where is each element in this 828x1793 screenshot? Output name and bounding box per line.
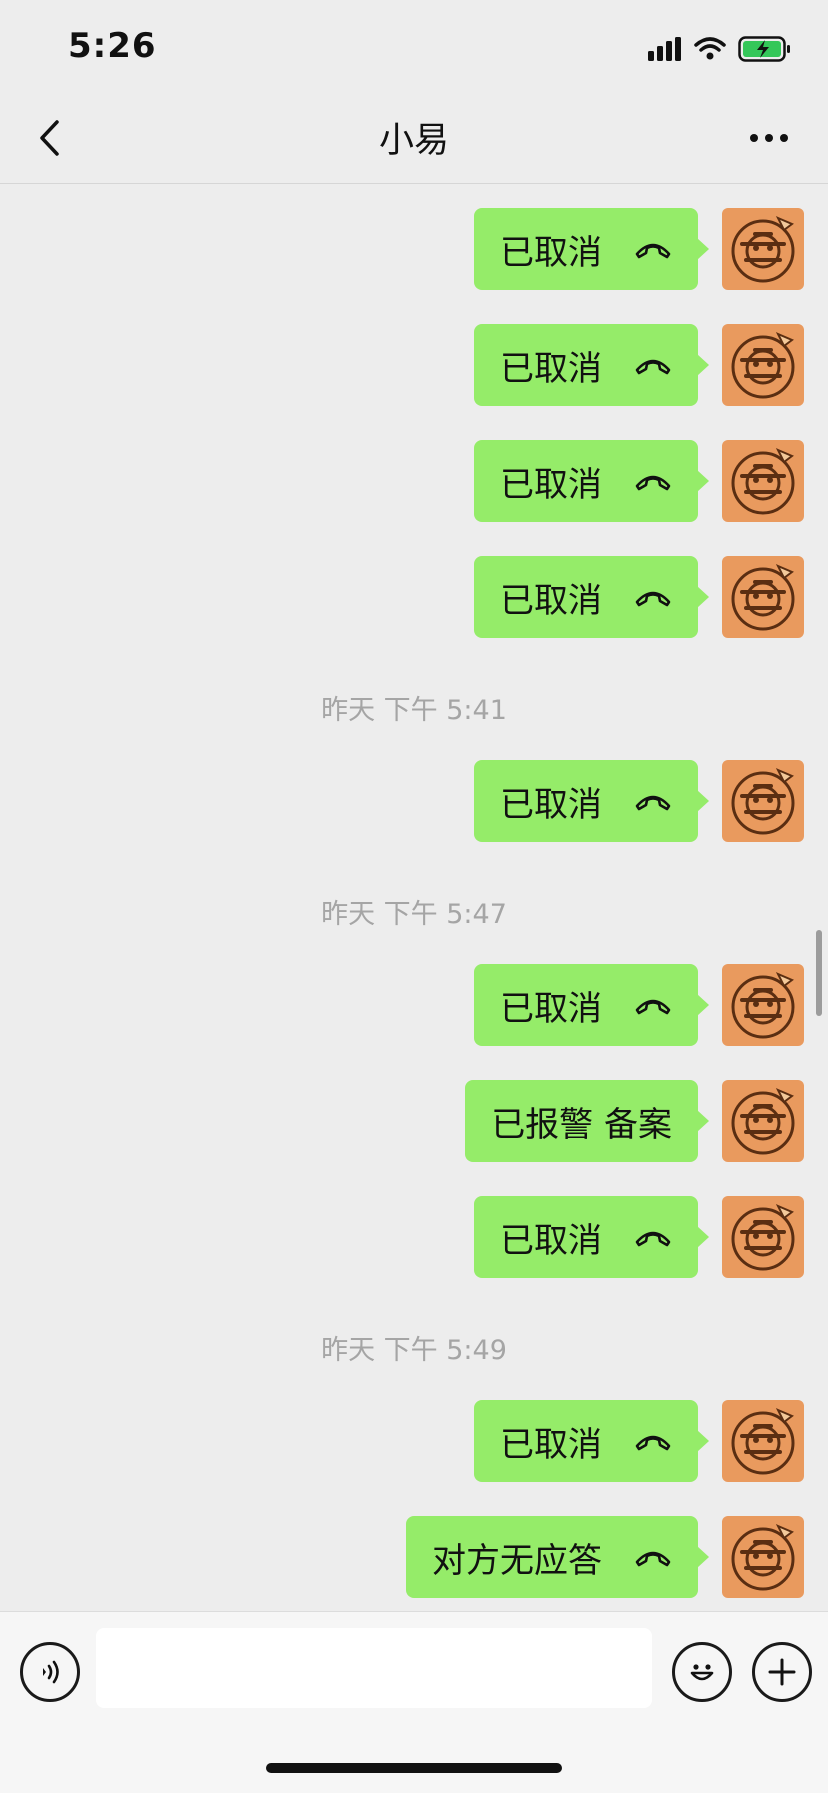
call-message-bubble[interactable]: 已取消 — [474, 760, 709, 842]
avatar[interactable] — [722, 208, 804, 290]
timestamp: 昨天 下午 5:47 — [321, 899, 507, 930]
call-message-bubble[interactable]: 已取消 — [474, 440, 709, 522]
call-message-bubble[interactable]: 已取消 — [474, 1400, 709, 1482]
message-row: 已取消 — [474, 440, 804, 522]
avatar[interactable] — [722, 324, 804, 406]
message-row: 已取消 — [474, 964, 804, 1046]
message-row: 已取消 — [474, 1196, 804, 1278]
avatar[interactable] — [722, 1400, 804, 1482]
chat-area[interactable]: 已取消 已取消 已取消 已取消 昨天 下午 5:41 已取消 昨天 下午 5:4… — [0, 183, 828, 1611]
wifi-icon — [694, 37, 726, 60]
message-row: 已取消 — [474, 324, 804, 406]
avatar[interactable] — [722, 440, 804, 522]
status-icons — [648, 34, 792, 64]
avatar[interactable] — [722, 964, 804, 1046]
avatar[interactable] — [722, 1196, 804, 1278]
phone-hangup-icon — [634, 995, 672, 1015]
message-text: 已取消 — [500, 1220, 602, 1261]
message-text: 已取消 — [500, 580, 602, 621]
message-text: 已取消 — [500, 232, 602, 273]
message-text: 已取消 — [500, 464, 602, 505]
nav-bar: 小易 — [0, 90, 828, 184]
call-message-bubble[interactable]: 已取消 — [474, 964, 709, 1046]
voice-icon — [43, 1660, 59, 1684]
phone-hangup-icon — [634, 587, 672, 607]
phone-hangup-icon — [634, 355, 672, 375]
status-time: 5:26 — [68, 26, 157, 66]
message-text: 已报警 备案 — [491, 1104, 672, 1145]
message-text: 已取消 — [500, 348, 602, 389]
page-title: 小易 — [378, 121, 449, 161]
more-dots-icon — [750, 134, 788, 142]
phone-hangup-icon — [634, 471, 672, 491]
call-message-bubble[interactable]: 对方无应答 — [406, 1516, 709, 1598]
avatar[interactable] — [722, 1516, 804, 1598]
input-bar — [0, 1611, 828, 1793]
plus-button[interactable] — [752, 1642, 812, 1702]
message-row: 已取消 — [474, 556, 804, 638]
plus-icon — [768, 1658, 796, 1686]
avatar[interactable] — [722, 760, 804, 842]
message-row: 对方无应答 — [406, 1516, 804, 1598]
message-row: 已报警 备案 — [465, 1080, 804, 1162]
message-text: 已取消 — [500, 988, 602, 1029]
text-message-bubble[interactable]: 已报警 备案 — [465, 1080, 709, 1162]
message-text: 对方无应答 — [432, 1540, 602, 1581]
phone-hangup-icon — [634, 1431, 672, 1451]
emoji-icon — [690, 1664, 714, 1681]
phone-hangup-icon — [634, 791, 672, 811]
message-row: 已取消 — [474, 1400, 804, 1482]
more-button[interactable] — [734, 108, 804, 168]
timestamp: 昨天 下午 5:41 — [321, 695, 507, 726]
voice-button[interactable] — [20, 1642, 80, 1702]
call-message-bubble[interactable]: 已取消 — [474, 556, 709, 638]
phone-hangup-icon — [634, 1547, 672, 1567]
message-text: 已取消 — [500, 1424, 602, 1465]
battery-charging-icon — [738, 36, 790, 62]
phone-hangup-icon — [634, 239, 672, 259]
message-input[interactable] — [96, 1628, 652, 1708]
message-row: 已取消 — [474, 760, 804, 842]
avatar[interactable] — [722, 1080, 804, 1162]
call-message-bubble[interactable]: 已取消 — [474, 1196, 709, 1278]
timestamp: 昨天 下午 5:49 — [321, 1335, 507, 1366]
signal-icon — [648, 37, 681, 61]
scrollbar[interactable] — [816, 930, 822, 1016]
message-text: 已取消 — [500, 784, 602, 825]
home-indicator[interactable] — [266, 1763, 562, 1773]
call-message-bubble[interactable]: 已取消 — [474, 324, 709, 406]
message-row: 已取消 — [474, 208, 804, 290]
call-message-bubble[interactable]: 已取消 — [474, 208, 709, 290]
status-bar: 5:26 — [0, 0, 828, 90]
avatar[interactable] — [722, 556, 804, 638]
emoji-button[interactable] — [672, 1642, 732, 1702]
phone-hangup-icon — [634, 1227, 672, 1247]
